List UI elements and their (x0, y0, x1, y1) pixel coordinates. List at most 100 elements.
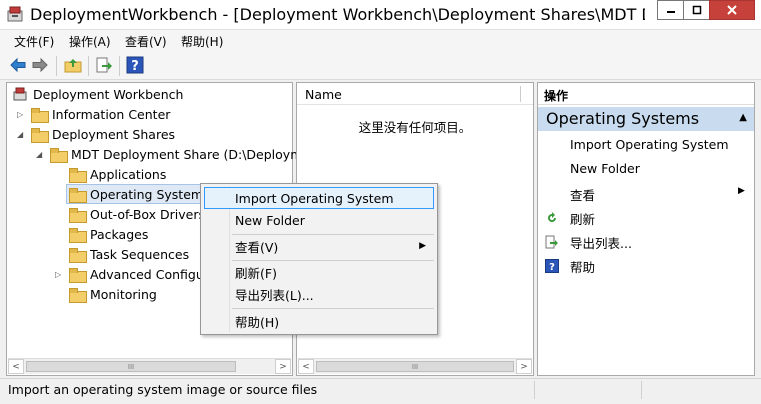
close-icon (727, 5, 737, 15)
column-divider[interactable] (520, 86, 521, 102)
action-new-folder[interactable]: New Folder (570, 161, 640, 176)
help-icon[interactable]: ? (126, 56, 144, 74)
folder-icon (69, 187, 87, 203)
action-refresh[interactable]: 刷新 (570, 209, 595, 228)
context-item-label: 查看(V) (235, 239, 279, 255)
collapse-caret-icon[interactable]: ▲ (739, 112, 747, 123)
context-refresh[interactable]: 刷新(F) (204, 261, 434, 283)
up-folder-icon[interactable] (64, 56, 82, 74)
folder-icon (69, 287, 87, 303)
list-header: Name (297, 83, 533, 105)
maximize-icon (692, 5, 701, 15)
tree-item-label: Deployment Shares (52, 126, 176, 142)
context-item-label: New Folder (235, 212, 305, 228)
context-item-label: Import Operating System (235, 190, 394, 206)
tree-item-deployment-shares[interactable]: ◢ Deployment Shares (17, 124, 175, 144)
toolbar-separator (56, 56, 57, 76)
actions-header: 操作 (538, 83, 754, 105)
folder-icon (69, 267, 87, 283)
status-divider (534, 381, 535, 399)
toolbar: ? (0, 52, 761, 80)
title-bar: DeploymentWorkbench - [Deployment Workbe… (0, 0, 761, 30)
tree-item-label: Monitoring (90, 286, 157, 302)
submenu-arrow-icon: ▶ (419, 241, 426, 251)
action-view[interactable]: 查看 (570, 185, 595, 204)
context-item-label: 刷新(F) (235, 265, 277, 281)
folder-icon (69, 227, 87, 243)
svg-text:?: ? (549, 262, 555, 273)
tree-item-applications[interactable]: Applications (69, 164, 166, 184)
scroll-left-icon[interactable]: < (298, 359, 314, 374)
action-help[interactable]: 帮助 (570, 257, 595, 276)
menu-help[interactable]: 帮助(H) (181, 33, 223, 50)
context-help[interactable]: 帮助(H) (204, 310, 434, 332)
toolbar-separator (88, 56, 89, 76)
tree-item-information-center[interactable]: ▷ Information Center (17, 104, 170, 124)
tree-item-root[interactable]: Deployment Workbench (13, 84, 183, 104)
action-import-os[interactable]: Import Operating System (570, 137, 729, 152)
tree-item-mdt-share[interactable]: ◢ MDT Deployment Share (D:\Deployme (36, 144, 310, 164)
menu-file[interactable]: 文件(F) (14, 33, 54, 50)
tree-item-packages[interactable]: Packages (69, 224, 148, 244)
minimize-button[interactable] (657, 0, 683, 20)
tree-item-label: Out-of-Box Drivers (90, 206, 206, 222)
tree-item-monitoring[interactable]: Monitoring (69, 284, 157, 304)
export-list-icon (545, 235, 558, 249)
tree-item-label: Operating Systems (90, 186, 210, 202)
context-export-list[interactable]: 导出列表(L)... (204, 283, 434, 305)
tree-item-label: MDT Deployment Share (D:\Deployme (71, 146, 311, 162)
maximize-button[interactable] (683, 0, 709, 20)
empty-list-message: 这里没有任何项目。 (358, 120, 472, 135)
action-export-list[interactable]: 导出列表... (570, 233, 632, 252)
tree-item-label: Deployment Workbench (33, 86, 184, 102)
back-arrow-icon[interactable] (9, 56, 27, 74)
export-icon[interactable] (95, 56, 113, 74)
context-item-label: 导出列表(L)... (235, 287, 314, 303)
help-icon: ? (545, 259, 559, 273)
tree-item-task-sequences[interactable]: Task Sequences (69, 244, 189, 264)
list-horizontal-scrollbar[interactable]: < III > (298, 358, 532, 374)
status-divider (641, 381, 642, 399)
context-separator (232, 308, 434, 309)
menu-action[interactable]: 操作(A) (69, 33, 111, 50)
scrollbar-thumb[interactable]: III (316, 361, 514, 372)
status-text: Import an operating system image or sour… (8, 382, 318, 397)
submenu-arrow-icon: ▶ (738, 186, 745, 196)
svg-text:?: ? (131, 59, 139, 74)
tree-item-label: Advanced Configur (90, 266, 209, 282)
expand-arrow-icon[interactable]: ▷ (55, 270, 65, 279)
folder-open-icon (50, 147, 68, 163)
context-import-os[interactable]: Import Operating System (204, 187, 434, 209)
minimize-icon (666, 11, 675, 13)
menu-view[interactable]: 查看(V) (125, 33, 167, 50)
collapse-arrow-icon[interactable]: ◢ (36, 150, 46, 159)
actions-group-title: Operating Systems (546, 109, 700, 128)
workbench-icon (13, 87, 27, 101)
tree-item-drivers[interactable]: Out-of-Box Drivers (69, 204, 205, 224)
tree-item-label: Packages (90, 226, 149, 242)
folder-icon (69, 167, 87, 183)
scroll-left-icon[interactable]: < (8, 359, 24, 374)
tree-item-advanced-configuration[interactable]: ▷ Advanced Configur (55, 264, 209, 284)
tree-item-label: Task Sequences (90, 246, 190, 262)
menu-bar: 文件(F) 操作(A) 查看(V) 帮助(H) (0, 30, 761, 52)
column-header-name[interactable]: Name (305, 87, 342, 102)
collapse-arrow-icon[interactable]: ◢ (17, 130, 27, 139)
context-view[interactable]: 查看(V) ▶ (204, 235, 434, 257)
close-button[interactable] (709, 0, 755, 20)
scroll-right-icon[interactable]: > (275, 359, 291, 374)
context-new-folder[interactable]: New Folder (204, 209, 434, 231)
scroll-right-icon[interactable]: > (516, 359, 532, 374)
context-item-label: 帮助(H) (235, 314, 280, 330)
folder-icon (69, 207, 87, 223)
actions-pane: 操作 Operating Systems ▲ Import Operating … (537, 82, 755, 376)
scrollbar-thumb[interactable]: III (26, 361, 236, 372)
folder-open-icon (31, 127, 49, 143)
actions-group-operating-systems[interactable]: Operating Systems ▲ (538, 107, 754, 131)
forward-arrow-icon[interactable] (31, 56, 49, 74)
expand-arrow-icon[interactable]: ▷ (17, 110, 27, 119)
tree-horizontal-scrollbar[interactable]: < III > (8, 358, 291, 374)
folder-icon (69, 247, 87, 263)
workbench-app-icon (7, 6, 23, 22)
tree-item-operating-systems[interactable]: Operating Systems (66, 184, 213, 204)
